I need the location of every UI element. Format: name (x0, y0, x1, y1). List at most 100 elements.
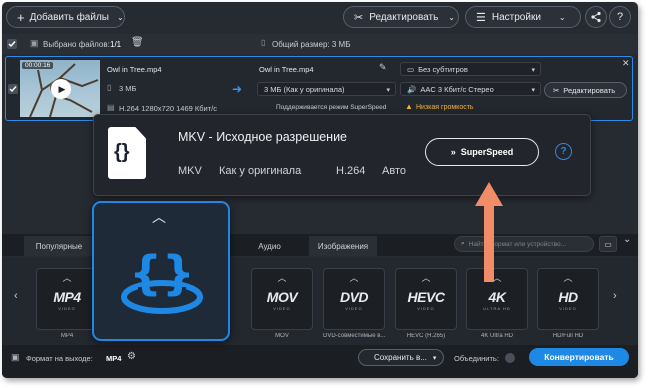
merge-toggle[interactable] (505, 353, 515, 363)
file-row[interactable]: 00:00:16 ▶ Owl in Tree.mp4 ▯ 3 МБ ▤ H.26… (5, 56, 633, 121)
chevron-down-icon: ▾ (386, 87, 390, 94)
scroll-left-icon[interactable]: ‹ (14, 290, 18, 302)
volume-warning: Низкая громкость (416, 104, 474, 111)
output-format-value: MP4 (106, 354, 122, 363)
output-settings-icon[interactable]: ⚙ (127, 351, 136, 362)
files-icon: ▣ (30, 38, 39, 48)
tab-images-label: Изображения (317, 241, 369, 251)
chevron-down-icon: ▾ (531, 87, 535, 94)
file-edit-label: Редактировать (563, 85, 616, 95)
popup-auto: Авто (382, 165, 406, 177)
output-format-label: Формат на выходе: (26, 354, 93, 363)
save-to-label: Сохранить в... (374, 353, 427, 362)
convert-button[interactable]: Конвертировать (529, 348, 629, 366)
superspeed-label: SuperSpeed (460, 147, 514, 157)
subtitles-icon: ▭ (407, 64, 415, 74)
file-checkbox[interactable] (8, 84, 18, 94)
format-caption: 4K Ultra HD (480, 333, 513, 339)
search-icon: ⌕ (461, 240, 465, 247)
settings-icon: ☰ (476, 11, 486, 24)
selection-bar: ▣ Выбрано файлов: 1/1 🗑 ▯ Общий размер: … (2, 34, 638, 54)
file-info: H.264 1280x720 1469 Кбит/с (119, 104, 218, 113)
audio-dropdown[interactable]: 🔊 AAC 3 Кбит/с Стерео ▾ (400, 82, 541, 96)
format-caption: MOV (275, 333, 289, 339)
selected-files-label: Выбрано файлов: (43, 40, 110, 49)
format-card-hd[interactable]: ︿ HD VIDEO (537, 268, 599, 330)
format-caption: HD/Full HD (552, 333, 584, 339)
audio-value: AAC 3 Кбит/с Стерео (420, 84, 494, 94)
edit-label: Редактировать (369, 11, 439, 23)
popup-title: MKV - Исходное разрешение (178, 130, 348, 144)
add-files-label: Добавить файлы (29, 11, 109, 23)
tab-popular-label: Популярные (35, 241, 83, 251)
format-caption: HEVC (H.265) (406, 333, 446, 339)
format-logo-sub: ULTRA HD (483, 306, 511, 311)
format-logo-sub: VIDEO (345, 306, 363, 311)
total-size-label: Общий размер: 3 МБ (272, 40, 351, 49)
warning-icon: ▲ (405, 102, 413, 111)
output-format-icon: ▣ (11, 352, 20, 362)
collapse-chevron-icon[interactable]: ⌄ (623, 234, 631, 245)
settings-button[interactable]: ☰ Настройки ⌄ (465, 6, 581, 28)
mkv-logo-icon: {} (121, 246, 203, 314)
convert-label: Конвертировать (544, 352, 614, 362)
video-thumbnail[interactable]: 00:00:16 ▶ (20, 60, 100, 117)
file-size: 3 МБ (119, 84, 137, 93)
format-card-mp4[interactable]: ︿ MP4 VIDEO (36, 268, 98, 330)
rename-icon[interactable]: ✎ (379, 62, 387, 73)
tools-icon: ✂ (354, 11, 364, 24)
save-to-button[interactable]: Сохранить в... ▾ (358, 349, 444, 366)
scroll-right-icon[interactable]: › (613, 290, 617, 302)
add-files-button[interactable]: + Добавить файлы ⌄ (6, 6, 125, 28)
plus-icon: + (17, 9, 25, 25)
chevron-down-icon: ⌄ (558, 12, 566, 22)
output-file-name[interactable]: Owl in Tree.mp4 (259, 65, 314, 74)
tab-popular[interactable]: Популярные (24, 236, 94, 256)
film-icon: ▤ (107, 103, 115, 112)
format-logo: MP4 (53, 289, 81, 305)
chevron-up-icon: ︿ (563, 273, 573, 283)
chevron-down-icon: ▾ (531, 67, 535, 74)
checkmark-icon (9, 86, 17, 93)
format-card-hevc[interactable]: ︿ HEVC VIDEO (395, 268, 457, 330)
superspeed-icon: » (450, 147, 456, 157)
help-button[interactable]: ? (609, 6, 631, 28)
superspeed-note: Поддерживается режим SuperSpeed (276, 104, 387, 111)
format-logo-sub: VIDEO (417, 306, 435, 311)
merge-label: Объединить: (454, 354, 499, 363)
settings-label: Настройки (491, 11, 541, 23)
tab-images[interactable]: Изображения (309, 236, 377, 256)
svg-text:{}: {} (129, 246, 195, 300)
subtitles-dropdown[interactable]: ▭ Без субтитров ▾ (400, 62, 541, 76)
chevron-down-icon: ⌄ (116, 12, 124, 22)
chevron-up-icon: ︿ (349, 273, 359, 283)
select-all-checkbox[interactable] (7, 39, 17, 49)
superspeed-button[interactable]: » SuperSpeed (425, 138, 539, 166)
format-logo-sub: VIDEO (58, 306, 76, 311)
close-icon[interactable]: ✕ (622, 58, 630, 69)
popup-help-button[interactable]: ? (555, 143, 572, 160)
mkv-file-icon: {} (108, 127, 146, 179)
format-logo: 4K (488, 289, 506, 305)
play-button[interactable]: ▶ (51, 79, 71, 99)
checkmark-icon (8, 41, 16, 48)
format-card-dvd[interactable]: ︿ DVD VIDEO (323, 268, 385, 330)
file-edit-button[interactable]: ✂ Редактировать (544, 82, 627, 98)
file-name: Owl in Tree.mp4 (107, 65, 162, 74)
tools-icon: ✂ (553, 85, 560, 95)
chevron-up-icon: ︿ (62, 273, 72, 283)
format-card-mkv-highlighted[interactable]: ︿ {} (92, 201, 230, 341)
trash-icon[interactable]: 🗑 (131, 37, 144, 48)
format-logo: HEVC (407, 289, 445, 305)
format-logo-sub: VIDEO (273, 306, 291, 311)
convert-arrow-icon: ➜ (232, 82, 243, 96)
format-card-mov[interactable]: ︿ MOV VIDEO (251, 268, 313, 330)
format-settings-button[interactable]: ▭ (599, 236, 617, 252)
edit-button[interactable]: ✂ Редактировать ⌄ (343, 6, 459, 28)
tab-audio[interactable]: Аудио (242, 236, 297, 256)
output-size-dropdown[interactable]: 3 МБ (Как у оригинала) ▾ (257, 82, 396, 96)
popup-format: MKV (178, 165, 202, 177)
share-button[interactable] (585, 6, 607, 28)
share-icon (591, 11, 601, 23)
device-icon: ▭ (604, 239, 612, 249)
